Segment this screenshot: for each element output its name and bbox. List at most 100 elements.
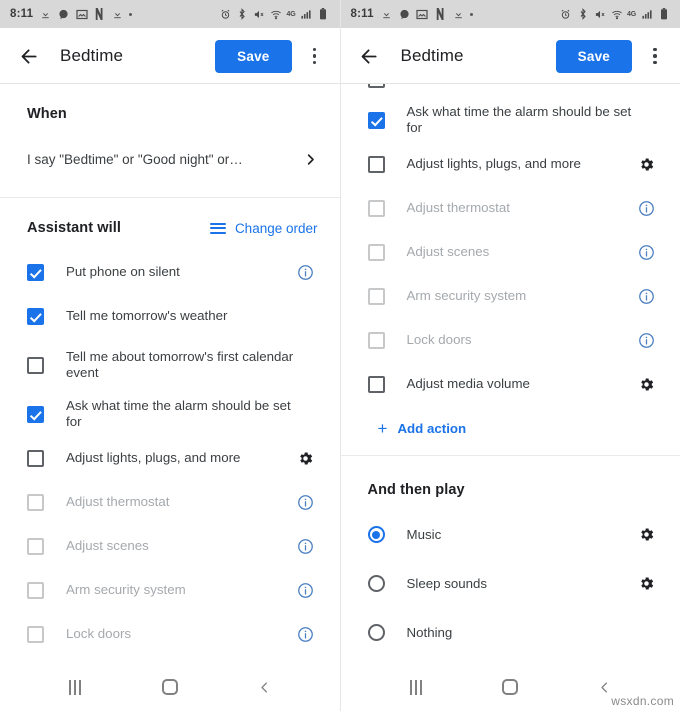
action-row[interactable]: Arm security system [0,568,340,612]
save-button[interactable]: Save [555,39,632,73]
left-scroll-content[interactable]: When I say "Bedtime" or "Good night" or…… [0,84,340,663]
when-trigger-row[interactable]: I say "Bedtime" or "Good night" or… [0,122,340,197]
action-row[interactable]: Arm security system [341,274,680,318]
action-row[interactable]: Adjust lights, plugs, and more [0,436,340,480]
action-checkbox[interactable] [27,307,44,325]
action-checkbox[interactable] [367,331,385,349]
action-checkbox[interactable] [27,493,44,511]
nav-home-button[interactable] [146,667,194,707]
action-trailing[interactable] [634,156,658,173]
when-section-title: When [27,106,67,122]
action-row[interactable]: Adjust thermostat [341,186,680,230]
play-option-radio[interactable] [367,575,385,592]
action-trailing[interactable] [294,450,318,467]
system-nav-bar [0,663,340,711]
dual-screenshot-container: 8:11 4G Bedtime Save When I say "Bedtime… [0,0,680,711]
action-row-partial[interactable]: event [341,84,680,98]
action-checkbox[interactable] [27,449,44,467]
nav-back-button[interactable] [240,667,288,707]
assistant-section-title: Assistant will [27,220,122,236]
action-label: event [407,84,635,87]
action-trailing[interactable] [634,288,658,305]
right-scroll-content[interactable]: event Ask what time the alarm should be … [340,84,680,663]
add-action-label: Add action [397,421,467,436]
action-row[interactable]: Tell me about tomorrow's first calendar … [0,338,340,392]
back-arrow-icon[interactable] [357,43,383,69]
download-icon [39,8,52,21]
action-checkbox[interactable] [367,375,385,393]
action-checkbox[interactable] [27,625,44,643]
action-checkbox[interactable] [367,111,385,129]
action-checkbox[interactable] [367,155,385,173]
action-label: Adjust thermostat [66,494,170,509]
action-trailing[interactable] [634,244,658,261]
play-option-row[interactable]: Nothing [341,608,680,657]
nav-recents-button[interactable] [392,667,440,707]
nav-home-button[interactable] [486,667,534,707]
right-phone-screen: 8:11 4G Bedtime Save Ask what time the a… [340,0,680,711]
status-bar: 8:11 4G [340,0,680,28]
play-option-radio[interactable] [367,624,385,641]
action-row[interactable]: Lock doors [341,318,680,362]
alarm-icon [559,8,572,21]
action-checkbox[interactable] [367,287,385,305]
status-bar-system-icons: 4G [559,8,670,21]
play-option-trailing[interactable] [634,526,658,543]
action-trailing[interactable] [294,626,318,643]
action-trailing[interactable] [294,494,318,511]
play-option-trailing[interactable] [634,575,658,592]
back-arrow-icon[interactable] [16,43,42,69]
action-label: Adjust scenes [66,538,149,553]
action-checkbox[interactable] [27,537,44,555]
play-option-row[interactable]: Music [341,510,680,559]
action-label: Lock doors [66,626,132,641]
status-bar-clock: 8:11 [10,8,34,20]
action-checkbox[interactable] [367,243,385,261]
status-bar-notification-icons [39,8,133,21]
action-row[interactable]: Adjust lights, plugs, and more [341,142,680,186]
signal-bars-icon [640,8,653,21]
action-trailing[interactable] [634,376,658,393]
action-checkbox[interactable] [27,263,44,281]
action-trailing[interactable] [634,332,658,349]
app-bar: Bedtime Save [340,28,680,84]
action-row[interactable]: Ask what time the alarm should be set fo… [0,392,340,436]
action-checkbox[interactable] [27,581,44,599]
action-row[interactable]: Adjust scenes [0,524,340,568]
chat-bubble-icon [57,8,70,21]
action-label: Arm security system [66,582,186,597]
overflow-menu-icon[interactable] [642,41,668,71]
photo-icon [75,8,88,21]
action-label: Adjust scenes [406,244,490,259]
save-button[interactable]: Save [215,39,292,73]
action-row[interactable]: Tell me tomorrow's weather [0,294,340,338]
action-checkbox[interactable] [27,356,44,374]
page-title: Bedtime [60,46,124,65]
alarm-icon [219,8,232,21]
play-option-radio[interactable] [367,526,385,543]
recents-icon [69,679,82,695]
change-order-button[interactable]: Change order [209,221,318,236]
action-checkbox[interactable] [367,84,385,88]
nav-recents-button[interactable] [51,667,99,707]
status-bar-system-icons: 4G [219,8,330,21]
action-label: Put phone on silent [66,264,180,279]
action-trailing[interactable] [294,538,318,555]
overflow-menu-icon[interactable] [302,41,328,71]
action-trailing[interactable] [294,264,318,281]
action-row[interactable]: Ask what time the alarm should be set fo… [341,98,680,142]
action-row[interactable]: Adjust media volume [341,362,680,406]
add-action-button[interactable]: + Add action [341,406,680,455]
action-trailing[interactable] [294,582,318,599]
action-row[interactable]: Lock doors [0,612,340,656]
action-row[interactable]: Put phone on silent [0,250,340,294]
action-trailing[interactable] [634,200,658,217]
play-option-row[interactable]: Sleep sounds [341,559,680,608]
assistant-section-header: Assistant will Change order [0,198,340,236]
action-row[interactable]: Adjust scenes [341,230,680,274]
battery-icon [657,8,670,21]
play-option-label: Music [406,526,442,542]
action-row[interactable]: Adjust thermostat [0,480,340,524]
action-checkbox[interactable] [27,405,44,423]
action-checkbox[interactable] [367,199,385,217]
